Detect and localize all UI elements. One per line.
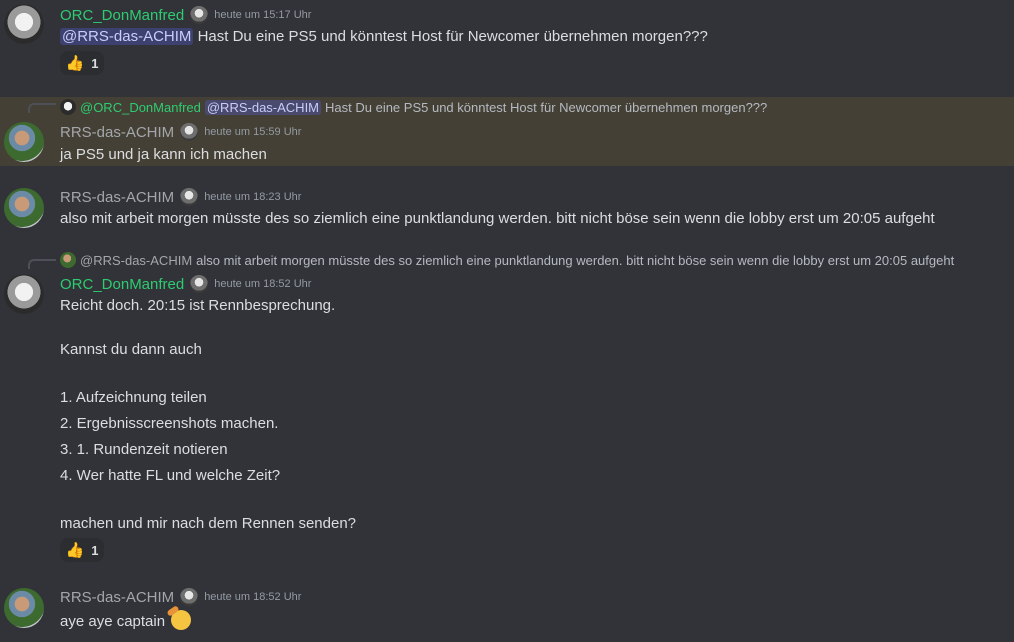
reaction-count: 1 xyxy=(91,542,99,558)
timestamp: heute um 15:59 Uhr xyxy=(204,126,302,138)
message-header: ORC_DonManfred heute um 15:17 Uhr xyxy=(60,6,311,24)
reply-text: also mit arbeit morgen müsste des so zie… xyxy=(196,252,955,268)
message-3: RRS-das-ACHIM heute um 18:23 Uhr also mi… xyxy=(0,184,1014,234)
author-name[interactable]: RRS-das-ACHIM xyxy=(60,189,174,206)
reply-connector xyxy=(28,103,56,113)
mention[interactable]: @RRS-das-ACHIM xyxy=(60,28,194,45)
avatar[interactable] xyxy=(4,4,44,44)
reply-avatar xyxy=(60,252,76,268)
message-line: Reicht doch. 20:15 ist Rennbesprechung. xyxy=(60,297,336,314)
reply-author[interactable]: @ORC_DonManfred xyxy=(80,100,201,115)
timestamp: heute um 18:52 Uhr xyxy=(214,278,312,290)
timestamp: heute um 18:52 Uhr xyxy=(204,591,302,603)
message-4: @RRS-das-ACHIM also mit arbeit morgen mü… xyxy=(0,250,1014,570)
author-name[interactable]: ORC_DonManfred xyxy=(60,7,184,24)
thumbs-up-icon: 👍 xyxy=(65,55,85,72)
avatar[interactable] xyxy=(4,122,44,162)
author-name[interactable]: RRS-das-ACHIM xyxy=(60,589,174,606)
message-text: @RRS-das-ACHIM Hast Du eine PS5 und könn… xyxy=(60,28,708,45)
message-text: also mit arbeit morgen müsste des so zie… xyxy=(60,210,935,227)
role-icon xyxy=(190,275,209,293)
author-name[interactable]: RRS-das-ACHIM xyxy=(60,124,174,141)
author-name[interactable]: ORC_DonManfred xyxy=(60,276,184,293)
message-header: ORC_DonManfred heute um 18:52 Uhr xyxy=(60,275,311,293)
message-2: @ORC_DonManfred @RRS-das-ACHIM Hast Du e… xyxy=(0,97,1014,166)
reaction-thumbs-up[interactable]: 👍 1 xyxy=(60,538,104,562)
avatar[interactable] xyxy=(4,274,44,314)
message-line: 2. Ergebnisscreenshots machen. xyxy=(60,415,279,432)
reply-mention[interactable]: @RRS-das-ACHIM xyxy=(204,99,322,115)
message-line: 1. Aufzeichnung teilen xyxy=(60,389,207,406)
timestamp: heute um 18:23 Uhr xyxy=(204,191,302,203)
message-line: machen und mir nach dem Rennen senden? xyxy=(60,515,357,532)
role-icon xyxy=(180,588,199,606)
message-line: Kannst du dann auch xyxy=(60,341,202,358)
avatar[interactable] xyxy=(4,188,44,228)
message-1: ORC_DonManfred heute um 15:17 Uhr @RRS-d… xyxy=(0,0,1014,82)
saluting-face-icon xyxy=(171,610,192,630)
reply-text: Hast Du eine PS5 und könntest Host für N… xyxy=(325,99,768,115)
timestamp: heute um 15:17 Uhr xyxy=(214,9,312,21)
role-icon xyxy=(190,6,209,24)
reply-author[interactable]: @RRS-das-ACHIM xyxy=(80,253,192,268)
message-header: RRS-das-ACHIM heute um 15:59 Uhr xyxy=(60,123,301,141)
reply-preview[interactable]: @ORC_DonManfred @RRS-das-ACHIM Hast Du e… xyxy=(60,99,767,115)
message-text: ja PS5 und ja kann ich machen xyxy=(60,146,267,163)
message-line: 3. 1. Rundenzeit notieren xyxy=(60,441,228,458)
reaction-count: 1 xyxy=(91,55,99,71)
role-icon xyxy=(180,188,199,206)
thumbs-up-icon: 👍 xyxy=(65,542,85,559)
message-text: aye aye captain xyxy=(60,610,192,630)
reply-avatar xyxy=(60,99,76,115)
message-body: aye aye captain xyxy=(60,613,166,630)
reply-preview[interactable]: @RRS-das-ACHIM also mit arbeit morgen mü… xyxy=(60,252,954,268)
reply-connector xyxy=(28,259,56,269)
message-body: Hast Du eine PS5 und könntest Host für N… xyxy=(193,28,708,45)
message-line: 4. Wer hatte FL und welche Zeit? xyxy=(60,467,281,484)
avatar[interactable] xyxy=(4,588,44,628)
message-5: RRS-das-ACHIM heute um 18:52 Uhr aye aye… xyxy=(0,584,1014,642)
message-header: RRS-das-ACHIM heute um 18:23 Uhr xyxy=(60,188,301,206)
message-header: RRS-das-ACHIM heute um 18:52 Uhr xyxy=(60,588,301,606)
reaction-thumbs-up[interactable]: 👍 1 xyxy=(60,51,104,75)
role-icon xyxy=(180,123,199,141)
